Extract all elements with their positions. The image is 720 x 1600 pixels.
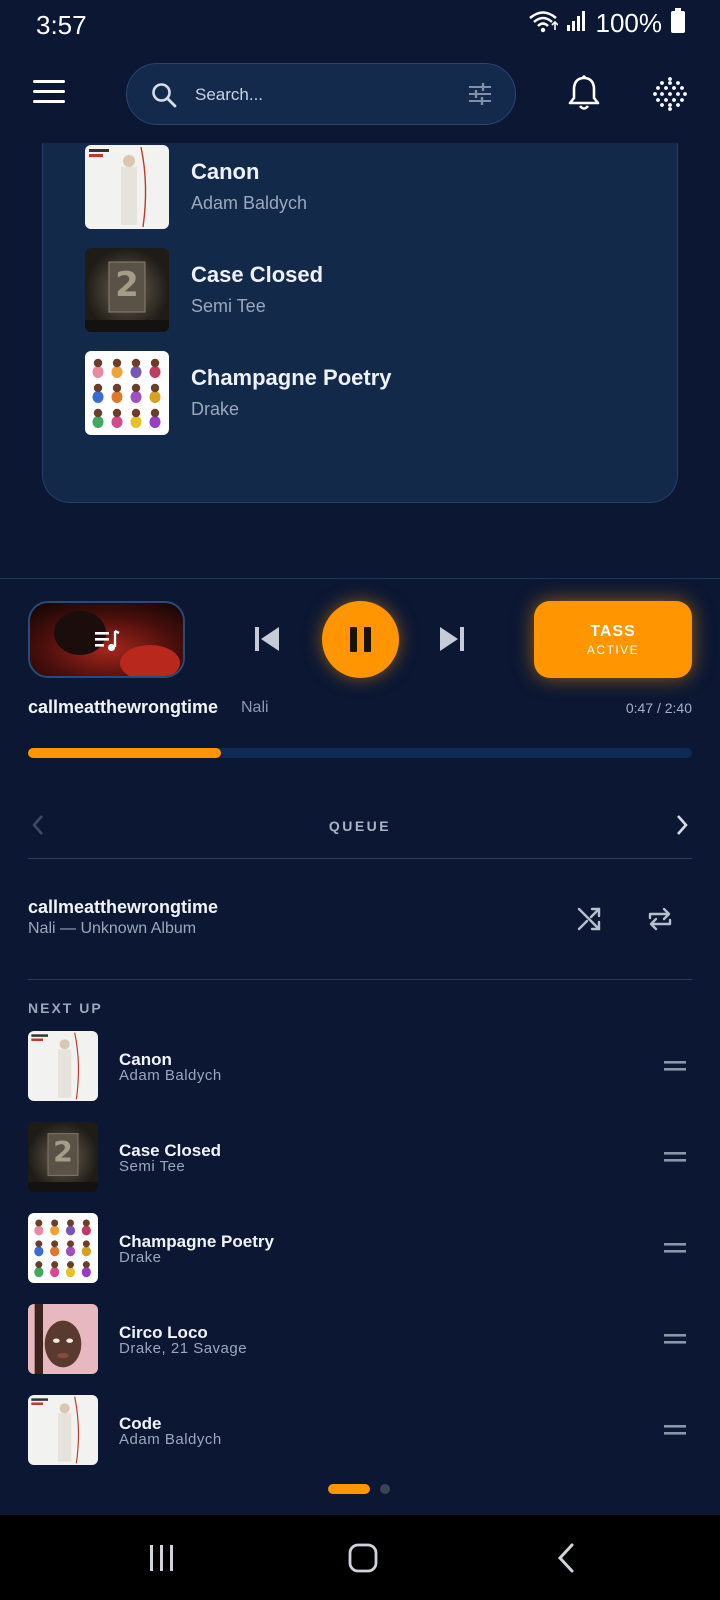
repeat-button[interactable]: [647, 906, 673, 937]
divider: [28, 858, 692, 859]
drag-handle-icon[interactable]: [664, 1423, 686, 1441]
portraits-cover: [28, 1395, 98, 1465]
shuffle-button[interactable]: [576, 906, 602, 937]
panel-item-artist: Drake: [191, 399, 240, 419]
home-icon: [348, 1543, 378, 1573]
page-indicator[interactable]: [380, 1484, 390, 1494]
chevron-right-icon: [677, 815, 688, 835]
panel-item-canon[interactable]: Canon Adam Baldych: [85, 145, 645, 229]
panel-item-artist: Adam Baldych: [191, 193, 308, 213]
now-playing-art-button[interactable]: [28, 601, 185, 678]
drag-handle-icon[interactable]: [664, 1059, 686, 1077]
now-playing-title: callmeatthewrongtime: [28, 697, 219, 717]
search-icon: [151, 82, 177, 113]
svg-text:2: 2: [53, 1136, 73, 1169]
queue-item-circo-loco[interactable]: Circo Loco Drake, 21 Savage: [28, 1304, 692, 1374]
next-up-label: NEXT UP: [28, 1000, 103, 1016]
queue-current-title: callmeatthewrongtime: [28, 897, 219, 917]
peers-cover: 2: [85, 248, 169, 332]
notifications-button[interactable]: [568, 74, 600, 117]
her-loss-cover: [28, 1304, 98, 1374]
queue-label: QUEUE: [328, 818, 392, 834]
queue-current-subtitle: Nali — Unknown Album: [28, 920, 197, 937]
bell-icon: [568, 75, 600, 110]
queue-item-canon[interactable]: Canon Adam Baldych: [28, 1031, 692, 1101]
progress-bar[interactable]: [28, 748, 692, 758]
divider: [0, 578, 720, 579]
page-indicator-active[interactable]: [328, 1484, 370, 1494]
portraits-cover: [85, 145, 169, 229]
queue-item-artist: Drake: [119, 1249, 162, 1266]
queue-item-artist: Adam Baldych: [119, 1067, 222, 1084]
panel-item-artist: Semi Tee: [191, 296, 266, 316]
portraits-cover: [28, 1031, 98, 1101]
certified-lover-boy-cover: [28, 1213, 98, 1283]
certified-lover-boy-cover: [85, 351, 169, 435]
svg-text:2: 2: [115, 265, 139, 305]
panel-item-case-closed[interactable]: 2 Case Closed Semi Tee: [85, 248, 645, 332]
dots-grid-button[interactable]: [652, 76, 688, 117]
pause-icon: [350, 627, 371, 652]
repeat-icon: [648, 907, 672, 931]
tass-status: ACTIVE: [586, 643, 640, 657]
panel-item-title: Canon: [191, 159, 260, 184]
skip-previous-icon: [255, 627, 279, 651]
signal-icon: [566, 10, 588, 37]
playback-time: 0:47 / 2:40: [625, 700, 692, 716]
menu-button[interactable]: [32, 78, 66, 108]
filter-icon[interactable]: [467, 82, 493, 111]
now-playing-artist: Nali: [241, 699, 269, 716]
hamburger-icon: [33, 80, 65, 103]
queue-next-button[interactable]: [674, 814, 690, 841]
queue-item-case-closed[interactable]: 2 Case Closed Semi Tee: [28, 1122, 692, 1192]
panel-item-champagne-poetry[interactable]: Champagne Poetry Drake: [85, 351, 645, 435]
drag-handle-icon[interactable]: [664, 1241, 686, 1259]
status-time: 3:57: [36, 10, 87, 40]
divider: [28, 979, 692, 980]
search-input[interactable]: [195, 76, 445, 114]
queue-item-artist: Adam Baldych: [119, 1431, 222, 1448]
queue-item-champagne-poetry[interactable]: Champagne Poetry Drake: [28, 1213, 692, 1283]
recent-apps-button[interactable]: [148, 1543, 176, 1578]
home-button[interactable]: [348, 1543, 378, 1578]
playlist-music-icon: [94, 629, 120, 658]
search-suggestions-panel: Canon Adam Baldych 2 Case Closed Semi Te…: [42, 143, 678, 503]
skip-next-icon: [440, 627, 464, 651]
wifi-icon: [528, 9, 559, 38]
back-icon: [557, 1543, 574, 1573]
battery-icon: [670, 8, 686, 39]
tass-label: TASS: [590, 623, 636, 640]
search-bar: [126, 63, 516, 125]
progress-fill: [28, 748, 221, 758]
previous-button[interactable]: [252, 624, 282, 659]
peers-cover: 2: [28, 1122, 98, 1192]
shuffle-icon: [577, 907, 601, 931]
panel-item-title: Case Closed: [191, 262, 324, 287]
pause-button[interactable]: [322, 601, 399, 678]
drag-handle-icon[interactable]: [664, 1150, 686, 1168]
recent-apps-icon: [150, 1545, 173, 1571]
dots-grid-icon: [653, 77, 687, 111]
tass-toggle-button[interactable]: TASS ACTIVE: [534, 601, 692, 678]
drag-handle-icon[interactable]: [664, 1332, 686, 1350]
next-button[interactable]: [437, 624, 467, 659]
battery-percent: 100%: [595, 8, 663, 38]
status-icons: 100%: [528, 8, 687, 39]
queue-item-artist: Semi Tee: [119, 1158, 186, 1175]
queue-item-artist: Drake, 21 Savage: [119, 1340, 248, 1357]
panel-item-title: Champagne Poetry: [191, 365, 392, 390]
queue-item-code[interactable]: Code Adam Baldych: [28, 1395, 692, 1465]
back-button[interactable]: [556, 1543, 576, 1578]
